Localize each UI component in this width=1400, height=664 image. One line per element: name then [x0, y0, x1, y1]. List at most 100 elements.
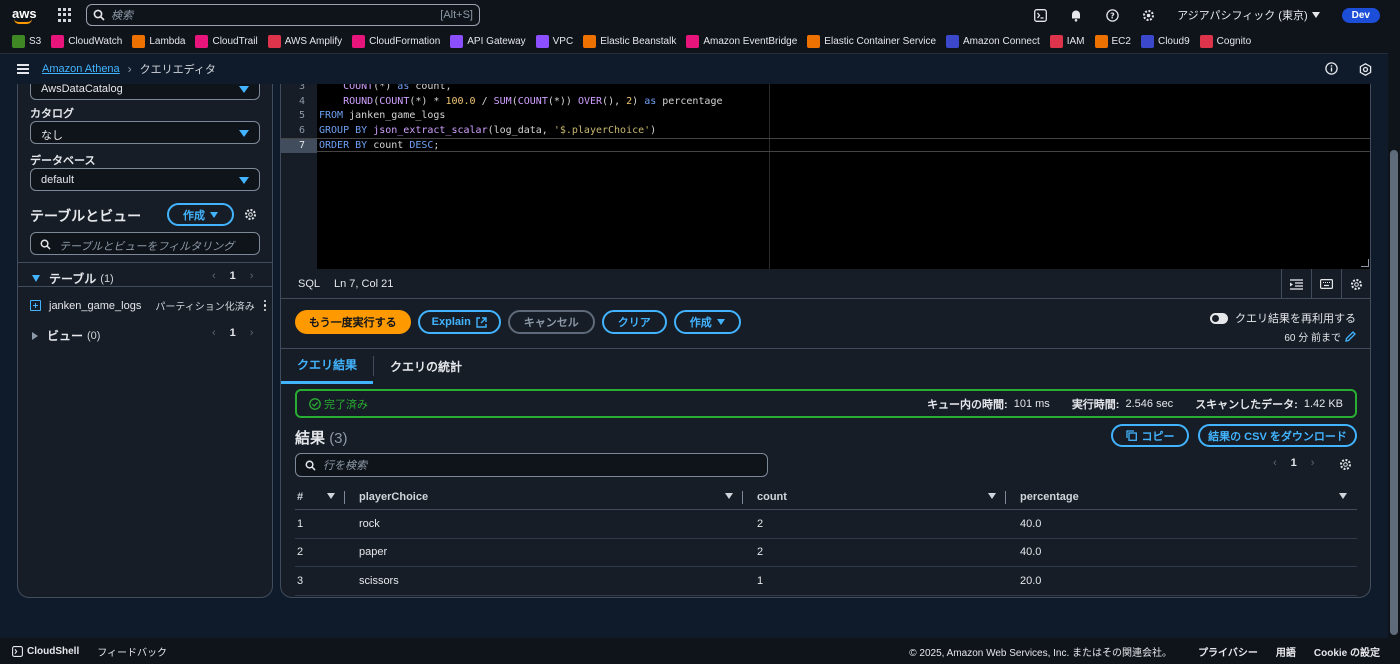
queue-time-value: 101 ms: [1013, 397, 1050, 410]
prev-page-icon[interactable]: ‹: [212, 270, 216, 282]
sort-caret-icon[interactable]: [725, 493, 733, 499]
region-selector[interactable]: アジアパシフィック (東京): [1177, 7, 1320, 23]
help-icon[interactable]: ?: [1105, 8, 1119, 22]
table-item[interactable]: janken_game_logs パーティション化済み: [30, 298, 266, 313]
prev-page-icon[interactable]: ‹: [212, 327, 216, 339]
tables-page-number[interactable]: 1: [230, 270, 236, 282]
favorite-item[interactable]: API Gateway: [450, 35, 526, 48]
service-icon: [1049, 35, 1063, 48]
favorite-item[interactable]: VPC: [535, 35, 573, 48]
views-page-number[interactable]: 1: [230, 327, 236, 339]
services-menu-icon[interactable]: [58, 8, 72, 22]
keyboard-icon[interactable]: [1311, 269, 1341, 299]
results-page-number[interactable]: 1: [1291, 457, 1297, 469]
editor-line[interactable]: 5 FROM janken_game_logs: [281, 109, 1370, 123]
create-button[interactable]: 作成: [673, 310, 741, 334]
favorite-item[interactable]: Cognito: [1199, 35, 1251, 48]
feedback-link[interactable]: フィードバック: [97, 644, 167, 659]
views-section-toggle[interactable]: ビュー (0): [32, 327, 100, 344]
terms-link[interactable]: 用語: [1276, 644, 1296, 659]
cloudshell-footer-button[interactable]: CloudShell: [12, 646, 79, 657]
column-header[interactable]: playerChoice: [345, 484, 743, 509]
editor-settings-icon[interactable]: [1341, 269, 1370, 299]
favorite-item[interactable]: Elastic Beanstalk: [583, 35, 676, 48]
table-filter-input[interactable]: テーブルとビューをフィルタリング: [30, 232, 260, 255]
data-source-select[interactable]: AwsDataCatalog: [30, 84, 260, 100]
row-search-input[interactable]: 行を検索: [295, 453, 768, 477]
expand-plus-icon[interactable]: [30, 300, 41, 311]
external-link-icon: [476, 316, 487, 328]
sort-caret-icon[interactable]: [988, 493, 996, 499]
app-settings-icon[interactable]: [1359, 63, 1372, 79]
global-search-input[interactable]: 検索 [Alt+S]: [86, 4, 480, 26]
sql-editor[interactable]: 3 COUNT(*) as count, 4 ROUND(COUNT(*) * 1…: [281, 84, 1370, 269]
editor-line[interactable]: 7 ORDER BY count DESC;: [281, 138, 1370, 153]
cancel-button[interactable]: キャンセル: [507, 310, 595, 334]
results-tabs: クエリ結果 クエリの統計: [281, 348, 1370, 384]
notifications-bell-icon[interactable]: [1069, 8, 1083, 22]
privacy-link[interactable]: プライバシー: [1198, 644, 1258, 659]
next-page-icon[interactable]: ›: [250, 270, 254, 282]
tab-query-results[interactable]: クエリ結果: [281, 349, 374, 384]
create-table-button[interactable]: 作成: [167, 203, 234, 226]
favorite-item[interactable]: AWS Amplify: [267, 35, 342, 48]
favorite-item[interactable]: Lambda: [132, 35, 185, 48]
settings-gear-icon[interactable]: [1141, 8, 1155, 22]
favorite-item[interactable]: CloudTrail: [195, 35, 258, 48]
explain-button[interactable]: Explain: [417, 310, 501, 334]
cloudshell-icon[interactable]: [1033, 8, 1047, 22]
favorite-item[interactable]: Elastic Container Service: [807, 35, 936, 48]
account-badge[interactable]: Dev: [1341, 7, 1380, 23]
tab-query-stats[interactable]: クエリの統計: [374, 349, 478, 384]
next-page-icon[interactable]: ›: [1311, 457, 1315, 469]
chevron-down-icon: [716, 319, 725, 325]
tables-section-toggle[interactable]: テーブル (1): [32, 270, 114, 287]
column-header[interactable]: percentage: [1006, 484, 1357, 509]
page-scrollbar[interactable]: [1388, 0, 1400, 664]
table-partition-label: パーティション化済み: [155, 302, 255, 313]
edit-pencil-icon[interactable]: [1345, 331, 1356, 342]
clear-button[interactable]: クリア: [601, 310, 667, 334]
sort-caret-icon[interactable]: [1339, 493, 1347, 499]
favorite-item[interactable]: S3: [12, 35, 41, 48]
search-placeholder: 検索: [111, 10, 133, 22]
line-number: 6: [298, 124, 305, 136]
favorite-item[interactable]: EC2: [1094, 35, 1131, 48]
favorite-label: Amazon EventBridge: [703, 36, 798, 47]
editor-line[interactable]: 3 COUNT(*) as count,: [281, 84, 1370, 94]
sort-caret-icon[interactable]: [327, 493, 335, 499]
scrollbar-thumb[interactable]: [1390, 150, 1398, 635]
menu-hamburger-icon[interactable]: [17, 64, 29, 74]
column-header[interactable]: count: [743, 484, 1006, 509]
database-select[interactable]: default: [30, 168, 260, 191]
editor-line[interactable]: 4 ROUND(COUNT(*) * 100.0 / SUM(COUNT(*))…: [281, 95, 1370, 109]
reuse-toggle[interactable]: [1210, 312, 1228, 324]
favorite-item[interactable]: CloudFormation: [352, 35, 440, 48]
run-again-button[interactable]: もう一度実行する: [295, 310, 411, 334]
next-page-icon[interactable]: ›: [250, 327, 254, 339]
download-csv-button[interactable]: 結果の CSV をダウンロード: [1198, 424, 1357, 447]
results-settings-icon[interactable]: [1339, 458, 1352, 474]
cookie-settings-link[interactable]: Cookie の設定: [1314, 644, 1380, 659]
favorite-item[interactable]: Cloud9: [1140, 35, 1190, 48]
more-options-icon[interactable]: [263, 299, 266, 312]
favorite-item[interactable]: IAM: [1049, 35, 1085, 48]
service-icon: [583, 35, 597, 48]
copy-button[interactable]: コピー: [1111, 424, 1189, 447]
service-icon: [535, 35, 549, 48]
tables-settings-icon[interactable]: [244, 208, 257, 224]
info-icon[interactable]: [1325, 62, 1338, 78]
catalog-select[interactable]: なし: [30, 121, 260, 144]
favorite-item[interactable]: Amazon EventBridge: [686, 35, 797, 48]
favorite-item[interactable]: CloudWatch: [51, 35, 122, 48]
column-header[interactable]: #: [295, 484, 345, 509]
format-indent-icon[interactable]: [1281, 269, 1311, 299]
favorite-item[interactable]: Amazon Connect: [946, 35, 1040, 48]
editor-line[interactable]: 6 GROUP BY json_extract_scalar(log_data, …: [281, 124, 1370, 138]
prev-page-icon[interactable]: ‹: [1273, 457, 1277, 469]
service-icon: [807, 35, 821, 48]
code-text: COUNT(*) as count,: [343, 84, 452, 92]
breadcrumb-athena-link[interactable]: Amazon Athena: [42, 63, 120, 75]
aws-logo[interactable]: aws: [12, 6, 37, 24]
resize-handle-icon[interactable]: [1361, 259, 1369, 267]
